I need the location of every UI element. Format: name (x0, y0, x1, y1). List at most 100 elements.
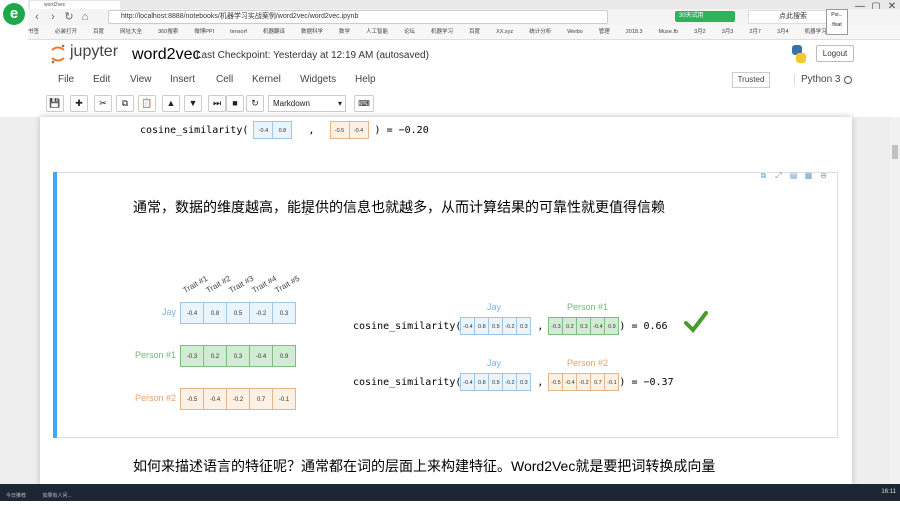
search-input[interactable]: 点此搜索 (748, 10, 838, 24)
scrollbar[interactable] (890, 117, 900, 484)
cut-icon[interactable]: ✂ (94, 95, 112, 112)
bookmark-item[interactable]: 书签 (28, 25, 39, 40)
bookmark-item[interactable]: 百度 (93, 25, 104, 40)
menu-file[interactable]: File (58, 74, 74, 85)
cell-edit-icon[interactable]: ⧉ (758, 170, 769, 181)
menu-help[interactable]: Help (355, 74, 376, 85)
check-mark-icon (684, 311, 708, 333)
cell-heading: 通常，数据的维度越高，能提供的信息也就越多，从而计算结果的可靠性就更值得信赖 (133, 197, 665, 217)
taskbar: 今日推荐 如果有人问... 16:11 (0, 484, 900, 501)
extension-badge[interactable]: 30天试用 (675, 11, 735, 22)
vector-person2-2d: -0.5-0.4 (331, 121, 369, 139)
cell-delete-icon[interactable]: ⊖ (818, 170, 829, 181)
notebook-title[interactable]: word2vec (132, 46, 200, 64)
bookmark-item[interactable]: 数据科学 (301, 25, 323, 40)
vector-cell: -0.2 (249, 302, 273, 324)
bookmark-item[interactable]: 必装打开 (55, 25, 77, 40)
trusted-badge[interactable]: Trusted (732, 72, 770, 88)
vector-cell: -0.5 (180, 388, 204, 410)
menu-insert[interactable]: Insert (170, 74, 195, 85)
bookmark-item[interactable]: 3月4 (777, 25, 789, 40)
vector-jay-2d: -0.40.8 (254, 121, 292, 139)
bookmark-item[interactable]: 微博PPI (194, 25, 214, 40)
bookmark-item[interactable]: 机器翻译 (263, 25, 285, 40)
restart-icon[interactable]: ↻ (246, 95, 264, 112)
bookmark-item[interactable]: 3月2 (694, 25, 706, 40)
scrollbar-thumb[interactable] (892, 145, 898, 159)
menu-widgets[interactable]: Widgets (300, 74, 336, 85)
bookmark-item[interactable]: 百度 (469, 25, 480, 40)
url-input[interactable]: http://localhost:8888/notebooks/机器学习实战案例… (108, 10, 608, 24)
cell-type-select[interactable]: Markdown (268, 95, 346, 112)
copy-icon[interactable]: ⧉ (116, 95, 134, 112)
vector-cell: -0.2 (502, 317, 517, 335)
browser-logo-icon[interactable]: e (3, 3, 25, 25)
logout-button[interactable]: Logout (816, 45, 854, 62)
formula-separator: , (308, 125, 314, 136)
add-cell-icon[interactable]: ✚ (70, 95, 88, 112)
formula-prefix: cosine_similarity( (353, 321, 461, 332)
bookmark-item[interactable]: tensorf (230, 25, 247, 40)
bookmark-item[interactable]: 人工智能 (366, 25, 388, 40)
bookmark-item[interactable]: 3月3 (722, 25, 734, 40)
vector-cell: -0.2 (502, 373, 517, 391)
bookmark-item[interactable]: 论坛 (404, 25, 415, 40)
menu-kernel[interactable]: Kernel (252, 74, 281, 85)
back-icon[interactable]: ‹ (30, 10, 44, 24)
jupyter-logo-icon[interactable] (50, 44, 66, 64)
bookmark-item[interactable]: 网址大全 (120, 25, 142, 40)
stop-icon[interactable]: ■ (226, 95, 244, 112)
taskbar-item[interactable]: 如果有人问... (42, 488, 71, 505)
bookmark-item[interactable]: 2月7 (749, 25, 761, 40)
vector-a-label: Jay (487, 302, 501, 312)
previous-formula: cosine_similarity( -0.40.8 , -0.5-0.4 ) … (140, 121, 429, 139)
tab-bar: word2vec (28, 0, 900, 9)
comparison-formula: cosine_similarity(-0.40.80.5-0.20.3,-0.5… (353, 373, 674, 391)
row-label: Person #1 (135, 350, 176, 360)
cell-copy-icon[interactable]: ▤ (788, 170, 799, 181)
bookmark-item[interactable]: 数学 (339, 25, 350, 40)
vector-cell: 0.8 (474, 373, 489, 391)
cell-image-icon[interactable]: ▦ (803, 170, 814, 181)
menu-cell[interactable]: Cell (216, 74, 233, 85)
bookmark-item[interactable]: Muse.fb (659, 25, 679, 40)
formula-separator: , (537, 321, 543, 332)
browser-tab[interactable]: word2vec (30, 1, 120, 9)
save-icon[interactable]: 💾 (46, 95, 64, 112)
run-icon[interactable]: ⏭ (208, 95, 226, 112)
bookmark-item[interactable]: 360搜索 (158, 25, 178, 40)
footer-paragraph: 如何来描述语言的特征呢？通常都在词的层面上来构建特征。Word2Vec就是要把词… (133, 456, 715, 476)
formula-result: ) = −0.20 (375, 125, 429, 136)
bookmark-item[interactable]: 统计分析 (529, 25, 551, 40)
forward-icon[interactable]: › (46, 10, 60, 24)
vector-cell: -0.1 (272, 388, 296, 410)
move-down-icon[interactable]: ▼ (184, 95, 202, 112)
vector-cell: 0.7 (590, 373, 605, 391)
kernel-name[interactable]: Python 3 (794, 74, 840, 85)
keyboard-shortcuts-icon[interactable]: ⌨ (354, 95, 374, 112)
move-up-icon[interactable]: ▲ (162, 95, 180, 112)
bookmark-item[interactable]: Weibo (567, 25, 583, 40)
person-vector: -0.5-0.4-0.20.7-0.1 (181, 388, 296, 410)
formula-result: ) = 0.66 (619, 321, 667, 332)
jupyter-logo-text[interactable]: jupyter (70, 43, 118, 61)
bookmark-item[interactable]: 2018.3 (626, 25, 643, 40)
bookmark-item[interactable]: 机器学习 (431, 25, 453, 40)
vector-b-label: Person #1 (567, 302, 608, 312)
menu-edit[interactable]: Edit (93, 74, 110, 85)
bookmark-item[interactable]: 机器学习 (805, 25, 827, 40)
bookmark-item[interactable]: 管理 (599, 25, 610, 40)
vector-cell: -0.5 (330, 121, 350, 139)
vector-cell: 0.2 (203, 345, 227, 367)
vector-cell: -0.4 (590, 317, 605, 335)
paste-icon[interactable]: 📋 (138, 95, 156, 112)
menu-view[interactable]: View (130, 74, 152, 85)
taskbar-item[interactable]: 今日推荐 (6, 488, 26, 505)
vector-cell: -0.2 (576, 373, 591, 391)
cell-expand-icon[interactable]: ⤢ (773, 170, 784, 181)
vector-jay: -0.40.80.5-0.20.3 (461, 317, 531, 335)
reload-icon[interactable]: ↻ (62, 10, 76, 24)
home-icon[interactable]: ⌂ (78, 10, 92, 24)
bookmark-item[interactable]: XX.xyz (496, 25, 513, 40)
tooltip: Poi... float (826, 9, 848, 35)
